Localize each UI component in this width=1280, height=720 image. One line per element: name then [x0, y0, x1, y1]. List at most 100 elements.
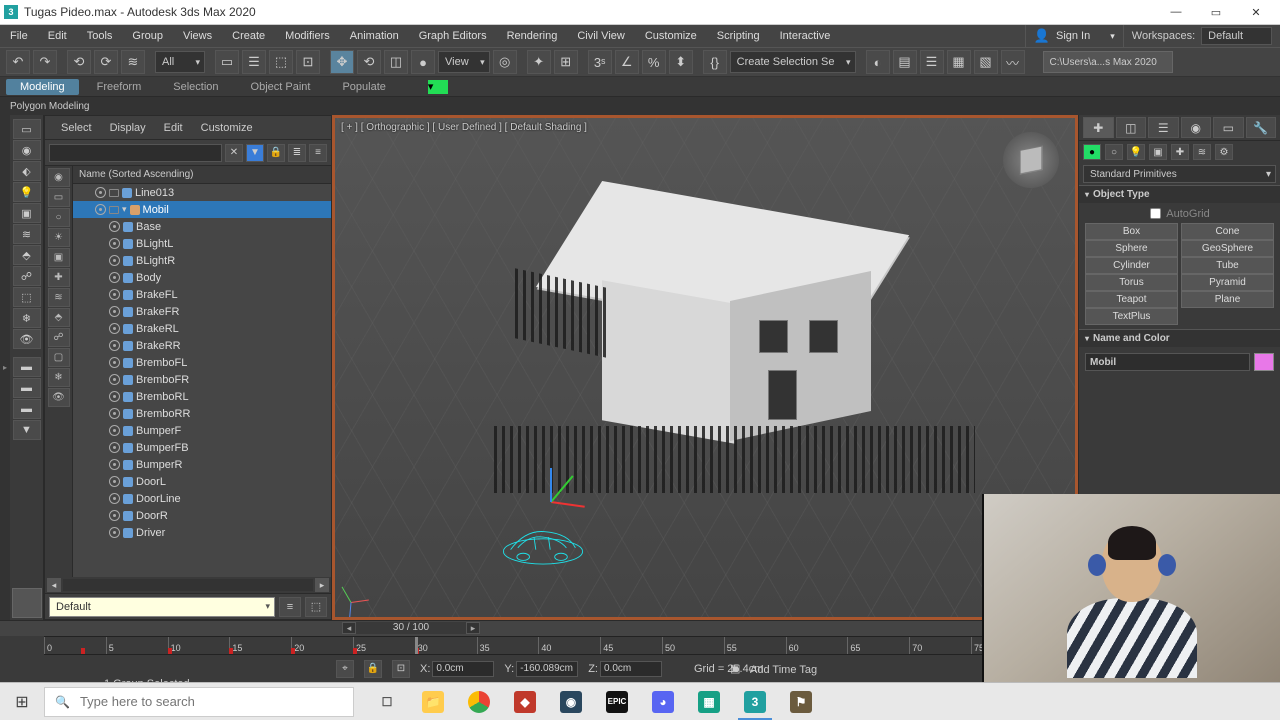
project-path[interactable]: C:\Users\a...s Max 2020 — [1043, 51, 1173, 73]
cam-subtab[interactable]: ▣ — [1149, 144, 1167, 160]
visibility-icon[interactable] — [109, 255, 120, 266]
ribbon-toggle[interactable]: ▾ — [428, 80, 448, 94]
keyframe[interactable] — [229, 648, 233, 654]
primitive-plane[interactable]: Plane — [1181, 291, 1274, 308]
visibility-icon[interactable] — [109, 323, 120, 334]
viewport[interactable]: [ + ] [ Orthographic ] [ User Defined ] … — [332, 115, 1078, 620]
select-name-button[interactable]: ☰ — [242, 50, 266, 74]
sys-subtab[interactable]: ⚙ — [1215, 144, 1233, 160]
workspace-dropdown[interactable]: Default — [1201, 27, 1272, 45]
menu-graph-editors[interactable]: Graph Editors — [409, 25, 497, 47]
list-tool-2[interactable]: ▬ — [13, 378, 41, 398]
maximize-button[interactable]: ▭ — [1196, 1, 1236, 24]
explorer-opt1-button[interactable]: ≣ — [288, 144, 306, 162]
ex-froz[interactable]: ❄ — [48, 368, 70, 387]
tree-item-line013[interactable]: Line013 — [73, 184, 331, 201]
tree-item-brembofl[interactable]: BremboFL — [73, 354, 331, 371]
menu-scripting[interactable]: Scripting — [707, 25, 770, 47]
lock-button[interactable]: 🔒 — [364, 660, 382, 678]
ex-group[interactable]: ⬘ — [48, 308, 70, 327]
visibility-icon[interactable] — [109, 476, 120, 487]
taskbar-search-input[interactable] — [80, 694, 343, 709]
menu-group[interactable]: Group — [122, 25, 173, 47]
list-tool-1[interactable]: ▬ — [13, 357, 41, 377]
app-misc[interactable]: ⚑ — [778, 683, 824, 720]
primitive-tube[interactable]: Tube — [1181, 257, 1274, 274]
primitive-torus[interactable]: Torus — [1085, 274, 1178, 291]
autogrid-checkbox[interactable] — [1150, 208, 1161, 219]
move-gizmo[interactable] — [527, 477, 587, 537]
add-time-tag[interactable]: Add Time Tag — [750, 664, 817, 676]
primitive-cylinder[interactable]: Cylinder — [1085, 257, 1178, 274]
freeze-icon[interactable] — [109, 206, 119, 214]
freeze-tool[interactable]: ❄ — [13, 308, 41, 328]
primitive-textplus[interactable]: TextPlus — [1085, 308, 1178, 325]
flyout-strip[interactable]: ▸ — [0, 115, 10, 620]
primitive-pyramid[interactable]: Pyramid — [1181, 274, 1274, 291]
rotate-button[interactable]: ⟲ — [357, 50, 381, 74]
tree-item-driver[interactable]: Driver — [73, 524, 331, 541]
tree-item-bumperfb[interactable]: BumperFB — [73, 439, 331, 456]
menu-modifiers[interactable]: Modifiers — [275, 25, 340, 47]
tree-item-brembofr[interactable]: BremboFR — [73, 371, 331, 388]
tree-item-mobil[interactable]: ▾Mobil — [73, 201, 331, 218]
menu-civil-view[interactable]: Civil View — [567, 25, 634, 47]
spinner-snap-button[interactable]: ⬍ — [669, 50, 693, 74]
minimize-button[interactable]: — — [1156, 1, 1196, 24]
select-tool[interactable]: ▭ — [13, 119, 41, 139]
filter-tool[interactable]: ▼ — [13, 420, 41, 440]
ex-geom[interactable]: ▭ — [48, 188, 70, 207]
tree-item-doorl[interactable]: DoorL — [73, 473, 331, 490]
explorer-header[interactable]: Name (Sorted Ascending) — [73, 166, 331, 184]
camera-tool[interactable]: ▣ — [13, 203, 41, 223]
menu-interactive[interactable]: Interactive — [770, 25, 841, 47]
visibility-icon[interactable] — [95, 187, 106, 198]
motion-tab[interactable]: ◉ — [1181, 117, 1212, 138]
angle-snap-button[interactable]: ∠ — [615, 50, 639, 74]
start-button[interactable]: ⊞ — [0, 683, 44, 720]
epic-app[interactable]: EPIC — [594, 683, 640, 720]
selection-lock-icon[interactable]: ⌖ — [336, 660, 354, 678]
layer-explorer-button[interactable]: ▦ — [947, 50, 971, 74]
undo-button[interactable]: ↶ — [6, 50, 30, 74]
explorer-tab-edit[interactable]: Edit — [164, 122, 183, 134]
hierarchy-tab[interactable]: ☰ — [1148, 117, 1179, 138]
explorer-tree[interactable]: Name (Sorted Ascending) Line013▾MobilBas… — [73, 166, 331, 577]
category-dropdown[interactable]: Standard Primitives — [1083, 165, 1276, 183]
edit-selection-button[interactable]: {} — [703, 50, 727, 74]
visibility-icon[interactable] — [95, 204, 106, 215]
light-tool[interactable]: 💡 — [13, 182, 41, 202]
tree-item-bumperf[interactable]: BumperF — [73, 422, 331, 439]
steam-app[interactable]: ◉ — [548, 683, 594, 720]
visibility-icon[interactable] — [109, 510, 120, 521]
tree-item-doorline[interactable]: DoorLine — [73, 490, 331, 507]
utilities-tab[interactable]: 🔧 — [1246, 117, 1277, 138]
create-tab[interactable]: ✚ — [1083, 117, 1114, 138]
pivot-button[interactable]: ◎ — [493, 50, 517, 74]
layer-btn-2[interactable]: ⬚ — [305, 597, 327, 617]
explorer-lock-button[interactable]: 🔒 — [267, 144, 285, 162]
bone-tool[interactable]: ☍ — [13, 266, 41, 286]
explorer-search-clear[interactable]: ✕ — [225, 144, 243, 162]
visibility-icon[interactable] — [109, 238, 120, 249]
ribbon-tab-object-paint[interactable]: Object Paint — [237, 79, 325, 95]
material-swatch[interactable] — [12, 588, 42, 618]
menu-customize[interactable]: Customize — [635, 25, 707, 47]
tree-item-blightr[interactable]: BLightR — [73, 252, 331, 269]
visibility-icon[interactable] — [109, 527, 120, 538]
frame-prev[interactable]: ◂ — [342, 622, 356, 634]
manipulate-button[interactable]: ✦ — [527, 50, 551, 74]
ribbon-tab-populate[interactable]: Populate — [328, 79, 399, 95]
close-button[interactable]: ✕ — [1236, 1, 1276, 24]
frame-next[interactable]: ▸ — [466, 622, 480, 634]
explorer-hscroll[interactable]: ◂▸ — [45, 577, 331, 593]
freeze-icon[interactable] — [109, 189, 119, 197]
tree-item-body[interactable]: Body — [73, 269, 331, 286]
tree-item-brakerr[interactable]: BrakeRR — [73, 337, 331, 354]
viewcube[interactable] — [1003, 132, 1059, 188]
window-crossing-button[interactable]: ⊡ — [296, 50, 320, 74]
ex-helper[interactable]: ✚ — [48, 268, 70, 287]
visibility-icon[interactable] — [109, 408, 120, 419]
unlink-button[interactable]: ⟳ — [94, 50, 118, 74]
move-button[interactable]: ✥ — [330, 50, 354, 74]
